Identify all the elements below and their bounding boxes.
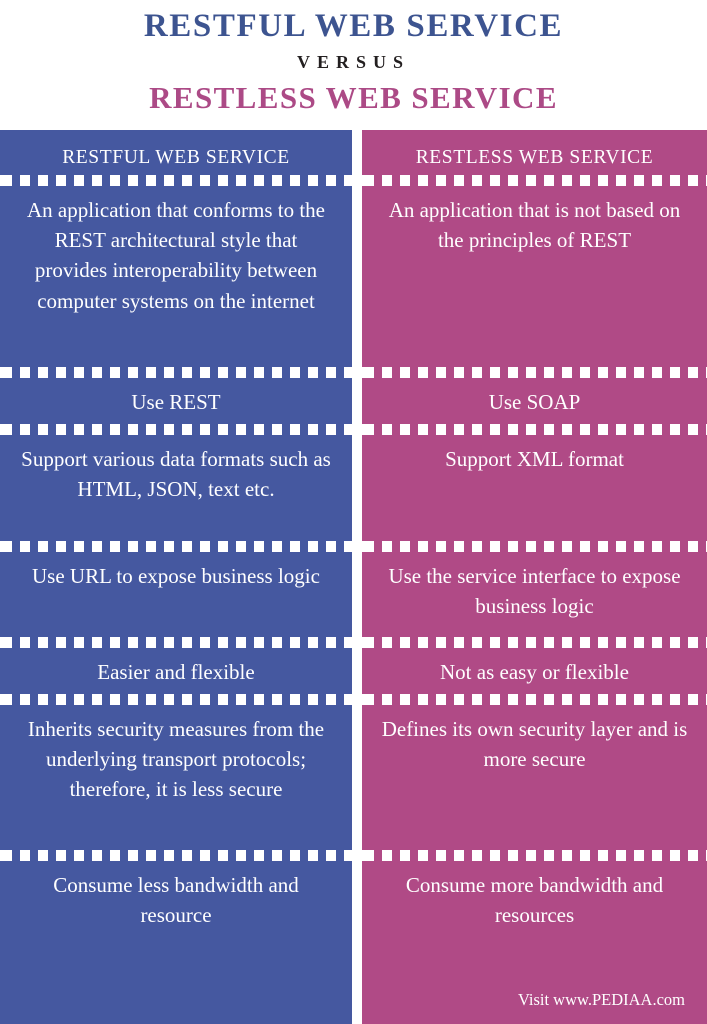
table-cell-left-protocol: Use REST <box>0 378 352 435</box>
page-title-restful: RESTFUL WEB SERVICE <box>143 8 564 44</box>
table-cell-right-security: Defines its own security layer and is mo… <box>362 705 707 861</box>
comparison-infographic: RESTFUL WEB SERVICE VERSUS RESTLESS WEB … <box>0 0 707 1024</box>
table-cell-right-business-logic: Use the service interface to expose busi… <box>362 552 707 648</box>
table-cell-left-business-logic: Use URL to expose business logic <box>0 552 352 648</box>
page-title-restless: RESTLESS WEB SERVICE <box>149 79 558 115</box>
attribution-link[interactable]: Visit www.PEDIAA.com <box>380 988 689 1014</box>
table-cell-right-definition: An application that is not based on the … <box>362 186 707 378</box>
table-cell-right-formats: Support XML format <box>362 435 707 552</box>
table-cell-left-definition: An application that conforms to the REST… <box>0 186 352 378</box>
table-cell-right-flexibility: Not as easy or flexible <box>362 648 707 705</box>
column-header-restless: RESTLESS WEB SERVICE <box>362 130 707 186</box>
table-cell-left-formats: Support various data formats such as HTM… <box>0 435 352 552</box>
table-cell-left-security: Inherits security measures from the unde… <box>0 705 352 861</box>
column-divider <box>352 130 362 1024</box>
page-title-versus: VERSUS <box>296 51 411 72</box>
table-cell-left-bandwidth: Consume less bandwidth and resource <box>53 873 299 928</box>
table-cell-right-protocol: Use SOAP <box>362 378 707 435</box>
column-header-restful: RESTFUL WEB SERVICE <box>0 130 352 186</box>
column-restless: RESTLESS WEB SERVICE An application that… <box>362 130 707 1024</box>
title-block: RESTFUL WEB SERVICE VERSUS RESTLESS WEB … <box>0 0 707 130</box>
table-cell-left-flexibility: Easier and flexible <box>0 648 352 705</box>
column-restful: RESTFUL WEB SERVICE An application that … <box>0 130 352 1024</box>
table-cell-right-bandwidth: Consume more bandwidth and resources Vis… <box>362 861 707 1024</box>
comparison-table: RESTFUL WEB SERVICE An application that … <box>0 130 707 1024</box>
